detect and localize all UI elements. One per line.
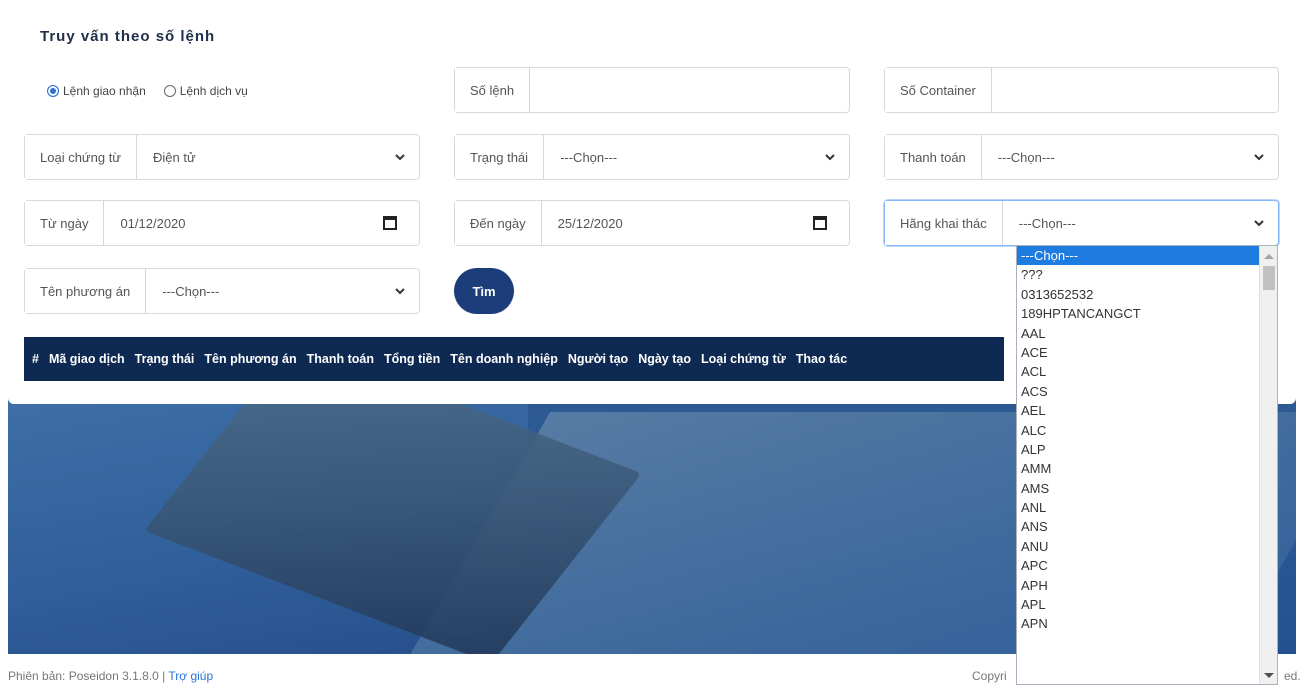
thanh-toan-select[interactable]: ---Chọn--- [982, 135, 1278, 179]
calendar-icon[interactable] [383, 215, 397, 230]
col-header: # [32, 352, 39, 366]
dropdown-option[interactable]: ACL [1017, 362, 1260, 381]
footer-version: Phiên bản: Poseidon 3.1.8.0 | Trợ giúp [8, 669, 214, 683]
col-header: Tổng tiền [384, 352, 441, 366]
find-button[interactable]: Tìm [454, 268, 514, 314]
radio-lenh-dich-vu[interactable]: Lệnh dịch vụ [163, 84, 248, 98]
radio-checked-icon [47, 85, 59, 97]
col-header: Mã giao dịch [48, 352, 125, 366]
col-header: Tên phương án [204, 352, 297, 366]
ten-phuong-an-select[interactable]: ---Chọn--- [146, 269, 419, 313]
so-lenh-group: Số lệnh [454, 67, 850, 113]
chevron-down-icon [395, 154, 405, 161]
dropdown-option[interactable]: AEL [1017, 401, 1260, 420]
page: Truy vấn theo số lệnh Lệnh giao nhận Lện… [0, 0, 1304, 685]
order-type-radio-group: Lệnh giao nhận Lệnh dịch vụ [47, 84, 248, 98]
dropdown-option[interactable]: ACE [1017, 343, 1260, 362]
scroll-thumb[interactable] [1263, 266, 1275, 290]
calendar-icon[interactable] [813, 215, 827, 230]
dropdown-option[interactable]: ANL [1017, 498, 1260, 517]
chevron-down-icon [1254, 154, 1264, 161]
dropdown-option[interactable]: ALC [1017, 421, 1260, 440]
den-ngay-group: Đến ngày 25/12/2020 [454, 200, 850, 246]
footer-copyright: Copyri [972, 669, 1007, 683]
tu-ngay-label: Từ ngày [25, 201, 105, 245]
dropdown-option[interactable]: 189HPTANCANGCT [1017, 304, 1260, 323]
col-header: Ngày tạo [638, 352, 691, 366]
dropdown-option[interactable]: ---Chọn--- [1017, 246, 1260, 266]
dropdown-option[interactable]: ALP [1017, 440, 1260, 459]
scroll-down-icon[interactable] [1264, 673, 1274, 678]
chevron-down-icon [1254, 220, 1264, 227]
radio-unchecked-icon [163, 85, 176, 97]
dropdown-scrollbar[interactable] [1259, 246, 1277, 684]
den-ngay-input[interactable]: 25/12/2020 [542, 201, 849, 245]
dropdown-option[interactable]: 0313652532 [1017, 285, 1260, 304]
dropdown-option[interactable]: ANS [1017, 517, 1260, 536]
so-container-group: Số Container [884, 67, 1279, 113]
dropdown-option[interactable]: AAL [1017, 324, 1260, 343]
col-header: Người tạo [567, 352, 629, 366]
ten-phuong-an-label: Tên phương án [25, 269, 147, 313]
so-container-input[interactable] [992, 68, 1278, 112]
hang-khai-thac-select[interactable]: ---Chọn--- [1003, 201, 1278, 245]
dropdown-option[interactable]: ACS [1017, 382, 1260, 401]
loai-chung-tu-label: Loại chứng từ [25, 135, 138, 179]
hang-khai-thac-group: Hãng khai thác ---Chọn--- [884, 200, 1279, 246]
dropdown-option[interactable]: APH [1017, 576, 1260, 595]
hang-khai-thac-dropdown-list[interactable]: ---Chọn---??? 0313652532 189HPTANCANGCT AAL… [1016, 245, 1278, 685]
dropdown-option[interactable]: APL [1017, 595, 1260, 614]
so-container-label: Số Container [885, 68, 992, 112]
loai-chung-tu-select[interactable]: Điện tử [137, 135, 419, 179]
col-header: Tên doanh nghiệp [450, 352, 558, 366]
chevron-down-icon [395, 288, 405, 295]
dropdown-option[interactable]: AMS [1017, 479, 1260, 498]
scroll-up-icon[interactable] [1264, 254, 1274, 259]
thanh-toan-label: Thanh toán [885, 135, 982, 179]
dropdown-option[interactable]: APC [1017, 556, 1260, 575]
ten-phuong-an-group: Tên phương án ---Chọn--- [24, 268, 420, 314]
help-link[interactable]: Trợ giúp [168, 669, 213, 683]
loai-chung-tu-group: Loại chứng từ Điện tử [24, 134, 420, 180]
thanh-toan-group: Thanh toán ---Chọn--- [884, 134, 1279, 180]
col-header: Thao tác [795, 352, 848, 366]
tu-ngay-group: Từ ngày 01/12/2020 [24, 200, 420, 246]
radio-lenh-giao-nhan[interactable]: Lệnh giao nhận [47, 84, 146, 98]
results-table-header: # Mã giao dịch Trạng thái Tên phương án … [24, 337, 1004, 381]
col-header: Loại chứng từ [700, 352, 786, 366]
so-lenh-input[interactable] [530, 68, 849, 112]
dropdown-option[interactable]: APN [1017, 614, 1260, 633]
dropdown-option[interactable]: ??? [1017, 265, 1260, 284]
chevron-down-icon [825, 154, 835, 161]
footer-copyright-end: ed. [1284, 669, 1301, 683]
col-header: Thanh toán [306, 352, 374, 366]
so-lenh-label: Số lệnh [455, 68, 531, 112]
tu-ngay-input[interactable]: 01/12/2020 [104, 201, 419, 245]
trang-thai-label: Trạng thái [455, 135, 545, 179]
dropdown-options: ---Chọn---??? 0313652532 189HPTANCANGCT AAL… [1017, 246, 1277, 634]
hang-khai-thac-label: Hãng khai thác [885, 201, 1003, 245]
trang-thai-select[interactable]: ---Chọn--- [544, 135, 849, 179]
trang-thai-group: Trạng thái ---Chọn--- [454, 134, 850, 180]
dropdown-option[interactable]: ANU [1017, 537, 1260, 556]
den-ngay-label: Đến ngày [455, 201, 542, 245]
dropdown-option[interactable]: AMM [1017, 459, 1260, 478]
col-header: Trạng thái [134, 352, 195, 366]
form-title: Truy vấn theo số lệnh [40, 28, 216, 45]
